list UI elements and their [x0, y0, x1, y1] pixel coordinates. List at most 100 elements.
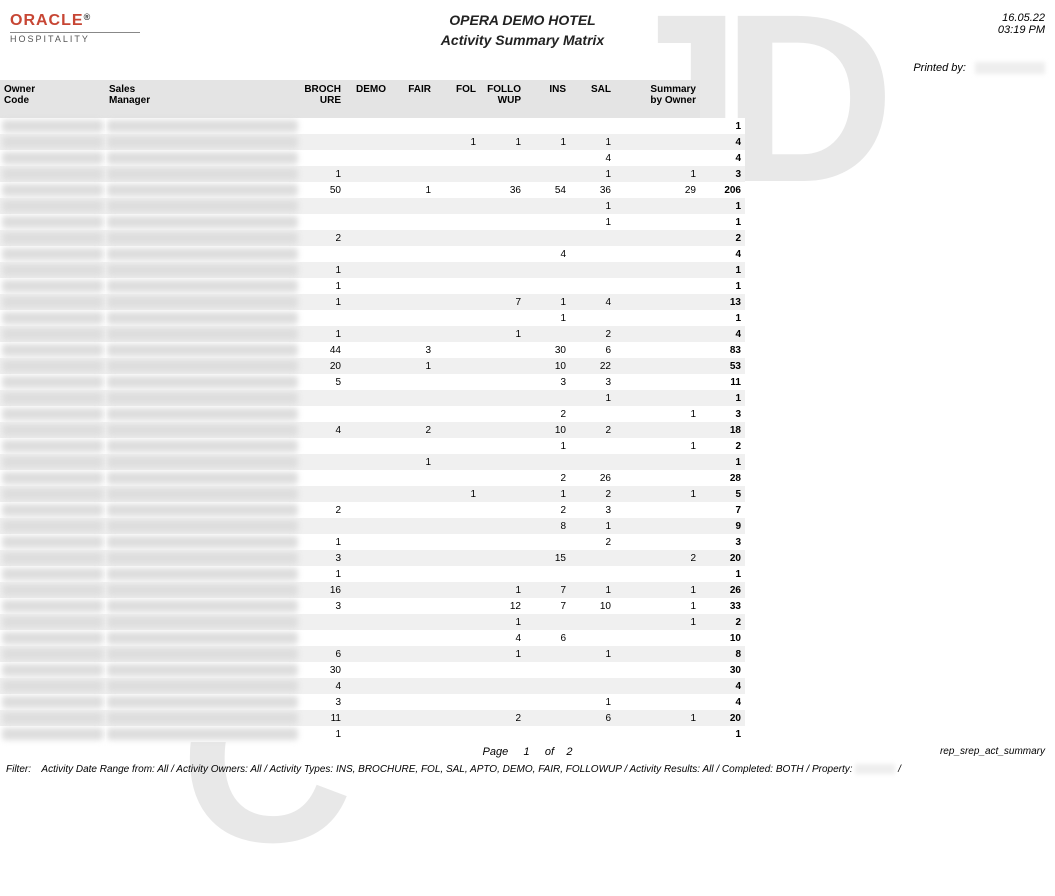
sales-manager-cell — [105, 198, 300, 214]
value-cell — [345, 118, 390, 134]
activity-matrix-table: OwnerCodeSalesManagerBROCHUREDEMOFAIRFOL… — [0, 80, 745, 742]
value-cell: 2 — [570, 486, 615, 502]
value-cell — [435, 246, 480, 262]
value-cell — [525, 662, 570, 678]
sales-manager-cell — [105, 614, 300, 630]
owner-code-cell — [0, 246, 105, 262]
summary-cell: 7 — [700, 502, 745, 518]
summary-cell: 20 — [700, 550, 745, 566]
value-cell — [390, 662, 435, 678]
sales-manager-cell — [105, 358, 300, 374]
table-row: 201102253 — [0, 358, 745, 374]
value-cell: 1 — [615, 486, 700, 502]
value-cell: 3 — [570, 374, 615, 390]
column-header: BROCHURE — [300, 80, 345, 118]
value-cell — [435, 454, 480, 470]
value-cell: 54 — [525, 182, 570, 198]
owner-code-cell — [0, 582, 105, 598]
value-cell — [435, 550, 480, 566]
column-header: SAL — [570, 80, 615, 118]
value-cell — [345, 614, 390, 630]
sales-manager-cell — [105, 294, 300, 310]
value-cell — [570, 246, 615, 262]
value-cell: 1 — [615, 166, 700, 182]
value-cell: 1 — [525, 294, 570, 310]
value-cell: 1 — [570, 134, 615, 150]
value-cell — [300, 214, 345, 230]
value-cell — [480, 118, 525, 134]
value-cell — [345, 438, 390, 454]
owner-code-cell — [0, 422, 105, 438]
value-cell — [345, 454, 390, 470]
value-cell — [480, 278, 525, 294]
value-cell: 1 — [390, 454, 435, 470]
value-cell: 3 — [300, 694, 345, 710]
value-cell — [435, 646, 480, 662]
table-row: 11 — [0, 278, 745, 294]
value-cell — [390, 246, 435, 262]
summary-cell: 8 — [700, 646, 745, 662]
owner-code-cell — [0, 278, 105, 294]
value-cell — [390, 310, 435, 326]
value-cell: 1 — [480, 614, 525, 630]
owner-code-cell — [0, 166, 105, 182]
value-cell — [390, 150, 435, 166]
footer-text: Activity Date Range from: All / Activity… — [41, 764, 852, 775]
value-cell — [345, 358, 390, 374]
value-cell — [480, 390, 525, 406]
value-cell — [615, 534, 700, 550]
value-cell — [525, 694, 570, 710]
value-cell — [480, 310, 525, 326]
logo-subtext: HOSPITALITY — [10, 32, 140, 44]
owner-code-cell — [0, 198, 105, 214]
value-cell — [345, 534, 390, 550]
value-cell: 4 — [570, 150, 615, 166]
value-cell — [615, 326, 700, 342]
value-cell: 1 — [300, 166, 345, 182]
value-cell — [435, 326, 480, 342]
value-cell — [345, 486, 390, 502]
value-cell — [615, 502, 700, 518]
value-cell: 6 — [570, 342, 615, 358]
value-cell: 4 — [480, 630, 525, 646]
value-cell — [345, 214, 390, 230]
value-cell — [390, 470, 435, 486]
sales-manager-cell — [105, 454, 300, 470]
owner-code-cell — [0, 646, 105, 662]
value-cell — [525, 150, 570, 166]
value-cell: 3 — [525, 374, 570, 390]
table-row: 819 — [0, 518, 745, 534]
value-cell — [615, 198, 700, 214]
value-cell: 1 — [300, 294, 345, 310]
value-cell — [435, 150, 480, 166]
value-cell — [345, 374, 390, 390]
value-cell — [345, 150, 390, 166]
summary-cell: 4 — [700, 150, 745, 166]
value-cell — [435, 598, 480, 614]
owner-code-cell — [0, 230, 105, 246]
value-cell: 2 — [570, 422, 615, 438]
value-cell — [435, 566, 480, 582]
sales-manager-cell — [105, 470, 300, 486]
value-cell: 1 — [570, 694, 615, 710]
value-cell: 2 — [525, 406, 570, 422]
value-cell — [435, 166, 480, 182]
value-cell — [435, 310, 480, 326]
table-row: 11 — [0, 198, 745, 214]
value-cell — [300, 518, 345, 534]
table-row: 11 — [0, 566, 745, 582]
value-cell: 1 — [570, 166, 615, 182]
value-cell — [615, 134, 700, 150]
value-cell: 1 — [570, 518, 615, 534]
value-cell — [390, 406, 435, 422]
value-cell — [300, 406, 345, 422]
value-cell — [480, 214, 525, 230]
value-cell — [300, 134, 345, 150]
value-cell — [435, 230, 480, 246]
value-cell — [345, 422, 390, 438]
value-cell — [345, 278, 390, 294]
value-cell — [300, 390, 345, 406]
value-cell — [435, 390, 480, 406]
table-row: 22 — [0, 230, 745, 246]
value-cell: 1 — [615, 406, 700, 422]
